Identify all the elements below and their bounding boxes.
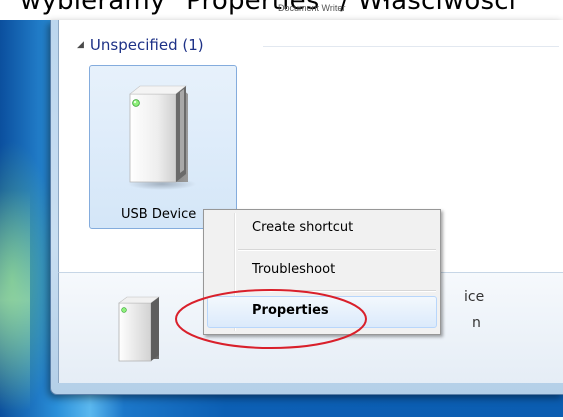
caption-text: wybieramy "Properties" / Właściwości (20, 0, 517, 16)
group-divider (263, 46, 559, 47)
group-label: Unspecified (1) (89, 36, 204, 54)
caption-strip: wybieramy "Properties" / Właściwości Doc… (0, 0, 563, 20)
menu-item-troubleshoot[interactable]: Troubleshoot (252, 262, 335, 277)
annotation-ellipse (175, 289, 367, 349)
caption-subtext: Document Writer (278, 3, 346, 13)
menu-separator-highlight (238, 250, 436, 251)
group-header[interactable]: ◢ Unspecified (1) (77, 36, 204, 54)
details-line-1: ice (464, 289, 485, 305)
menu-item-create-shortcut[interactable]: Create shortcut (252, 220, 353, 235)
details-line-2: n (472, 315, 481, 331)
usb-drive-small-icon (118, 296, 160, 362)
usb-drive-icon (128, 85, 196, 190)
collapse-triangle-icon[interactable]: ◢ (77, 40, 84, 50)
desktop-glow-highlight (0, 190, 30, 410)
device-tile-usb[interactable]: USB Device (89, 65, 237, 229)
